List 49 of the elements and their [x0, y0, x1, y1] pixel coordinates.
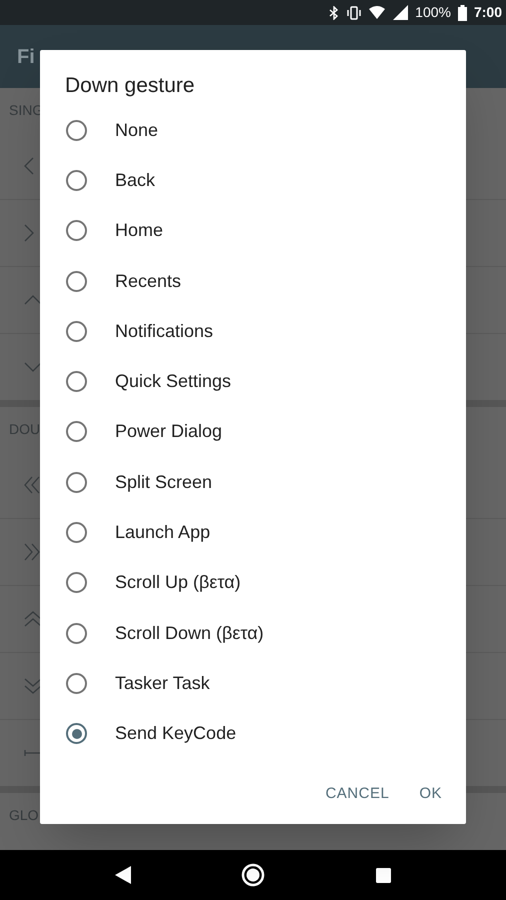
- wifi-icon: [369, 6, 386, 19]
- dialog-button[interactable]: CANCEL: [315, 774, 400, 814]
- radio-button[interactable]: [66, 270, 87, 292]
- radio-option[interactable]: Split Screen: [40, 457, 466, 508]
- radio-option[interactable]: Launch App: [40, 507, 466, 558]
- width-icon: [24, 749, 42, 757]
- radio-button[interactable]: [66, 320, 87, 342]
- radio-option[interactable]: Home: [40, 206, 466, 256]
- chevron-icon: [24, 295, 42, 305]
- radio-option[interactable]: Scroll Down (βετα): [40, 608, 466, 658]
- chevron-icon: [24, 156, 34, 174]
- dialog-title: Down gesture: [65, 74, 195, 97]
- battery-icon: [458, 4, 467, 20]
- back-icon[interactable]: [115, 866, 132, 884]
- radio-option[interactable]: Back: [40, 155, 466, 206]
- app-title: Fi: [17, 44, 35, 70]
- radio-option[interactable]: Tasker Task: [40, 658, 466, 709]
- radio-button[interactable]: [66, 421, 87, 442]
- chevron-icon: [24, 611, 42, 627]
- radio-option[interactable]: Power Dialog: [40, 406, 466, 458]
- bluetooth-icon: [329, 6, 340, 20]
- radio-option[interactable]: Scroll Up (βετα): [40, 558, 466, 608]
- radio-button[interactable]: [66, 120, 87, 141]
- radio-button[interactable]: [66, 522, 87, 544]
- chevron-icon: [24, 678, 42, 694]
- radio-option[interactable]: Send KeyCode: [40, 708, 466, 759]
- radio-button[interactable]: [66, 371, 87, 392]
- radio-option[interactable]: Quick Settings: [40, 356, 466, 407]
- chevron-icon: [24, 362, 42, 372]
- radio-option[interactable]: Recents: [40, 256, 466, 306]
- signal-icon: [392, 5, 408, 20]
- radio-button[interactable]: [66, 622, 87, 644]
- radio-button[interactable]: [66, 220, 87, 242]
- recents-icon[interactable]: [376, 868, 391, 882]
- battery-percent: 100%: [415, 3, 451, 22]
- radio-button[interactable]: [66, 170, 87, 191]
- clock: 7:00: [474, 3, 502, 22]
- chevron-icon: [24, 543, 40, 561]
- chevron-icon: [24, 224, 34, 242]
- home-icon[interactable]: [241, 863, 266, 887]
- radio-button[interactable]: [66, 723, 87, 744]
- radio-button[interactable]: [66, 672, 87, 694]
- dialog-button[interactable]: OK: [409, 774, 452, 814]
- radio-button[interactable]: [66, 472, 87, 493]
- vibrate-icon: [346, 6, 362, 20]
- radio-option[interactable]: Notifications: [40, 306, 466, 356]
- radio-option[interactable]: None: [40, 105, 466, 156]
- radio-button[interactable]: [66, 572, 87, 594]
- chevron-icon: [24, 476, 40, 494]
